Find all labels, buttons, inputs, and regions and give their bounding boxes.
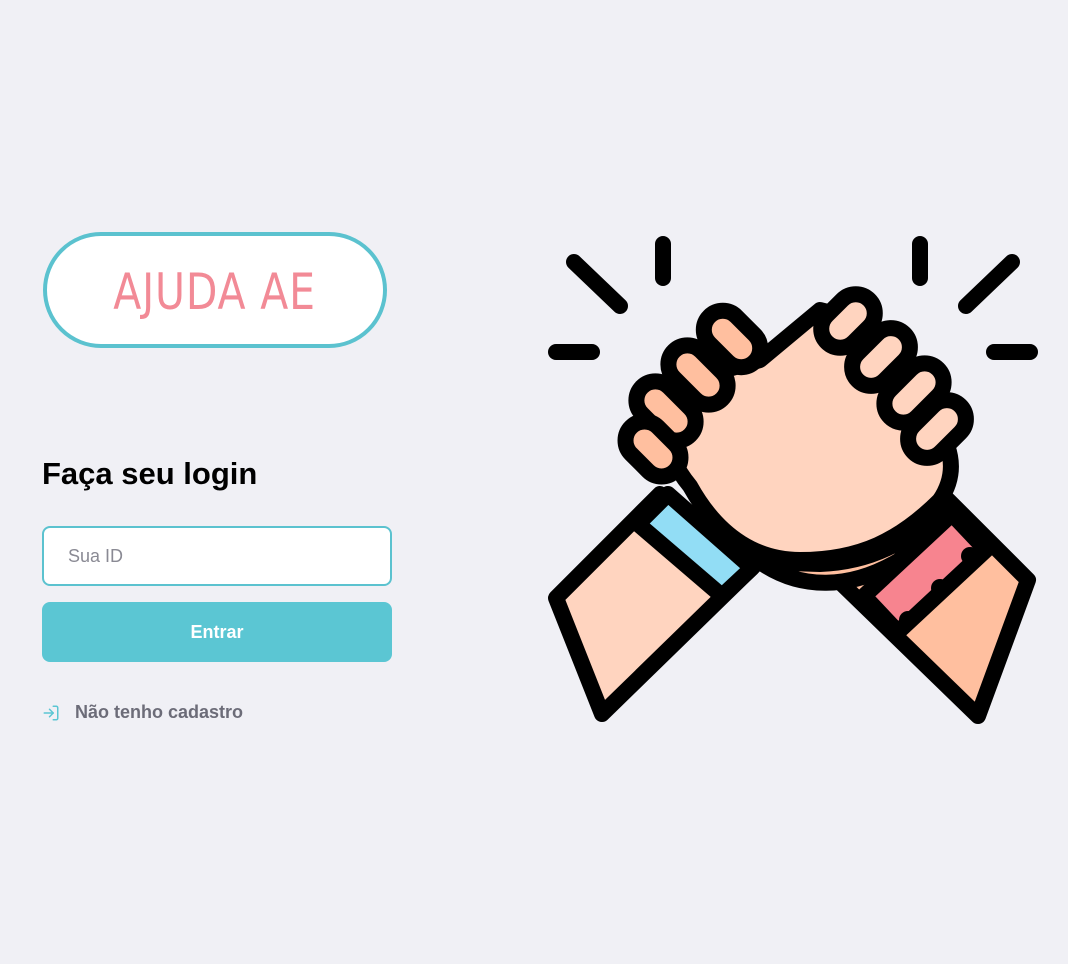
cuff-dot bbox=[899, 611, 917, 629]
log-in-icon bbox=[42, 704, 60, 722]
register-link-label: Não tenho cadastro bbox=[75, 702, 244, 722]
handshake-illustration bbox=[540, 230, 1040, 730]
cuff-dot bbox=[961, 547, 979, 565]
cuff-dot bbox=[931, 579, 949, 597]
burst-line bbox=[566, 254, 628, 314]
page-title: Faça seu login bbox=[42, 456, 258, 491]
logo-text: AJUDA AE bbox=[113, 263, 317, 321]
login-form: Faça seu login Entrar Não tenho cadastro bbox=[42, 456, 392, 723]
id-input[interactable] bbox=[42, 526, 392, 586]
burst-line bbox=[958, 254, 1020, 314]
login-button[interactable]: Entrar bbox=[42, 602, 392, 662]
handshake-icon bbox=[548, 236, 1038, 724]
register-link[interactable]: Não tenho cadastro bbox=[42, 702, 392, 723]
app-logo: AJUDA AE bbox=[43, 232, 387, 348]
login-panel: AJUDA AE Faça seu login Entrar Não tenho… bbox=[42, 232, 392, 723]
